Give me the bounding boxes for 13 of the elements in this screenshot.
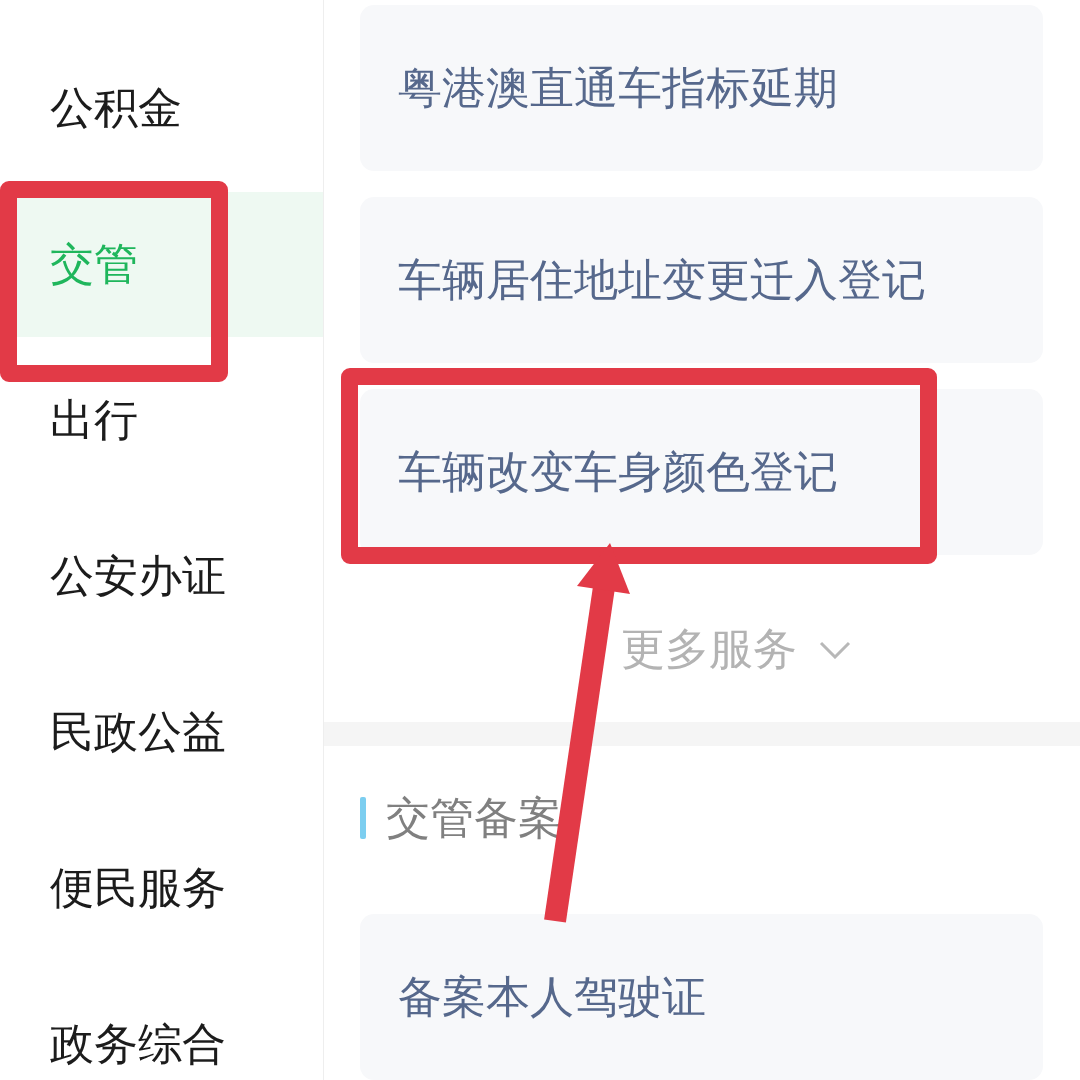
service-card[interactable]: 车辆居住地址变更迁入登记	[360, 197, 1043, 363]
sidebar-item[interactable]: 政务综合	[0, 972, 323, 1080]
sidebar-item[interactable]: 民政公益	[0, 660, 323, 805]
service-card[interactable]: 粤港澳直通车指标延期	[360, 5, 1043, 171]
sidebar-item[interactable]: 公安办证	[0, 504, 323, 649]
section-title: 交管备案	[386, 790, 562, 845]
sidebar-item[interactable]: 出行	[0, 348, 323, 493]
service-card[interactable]: 车辆改变车身颜色登记	[360, 389, 1043, 555]
service-card[interactable]: 备案本人驾驶证	[360, 914, 1043, 1080]
sidebar-item[interactable]: 公积金	[0, 36, 323, 181]
chevron-down-icon	[819, 640, 851, 659]
section-accent-bar	[360, 797, 366, 839]
sidebar-item[interactable]: 便民服务	[0, 816, 323, 961]
